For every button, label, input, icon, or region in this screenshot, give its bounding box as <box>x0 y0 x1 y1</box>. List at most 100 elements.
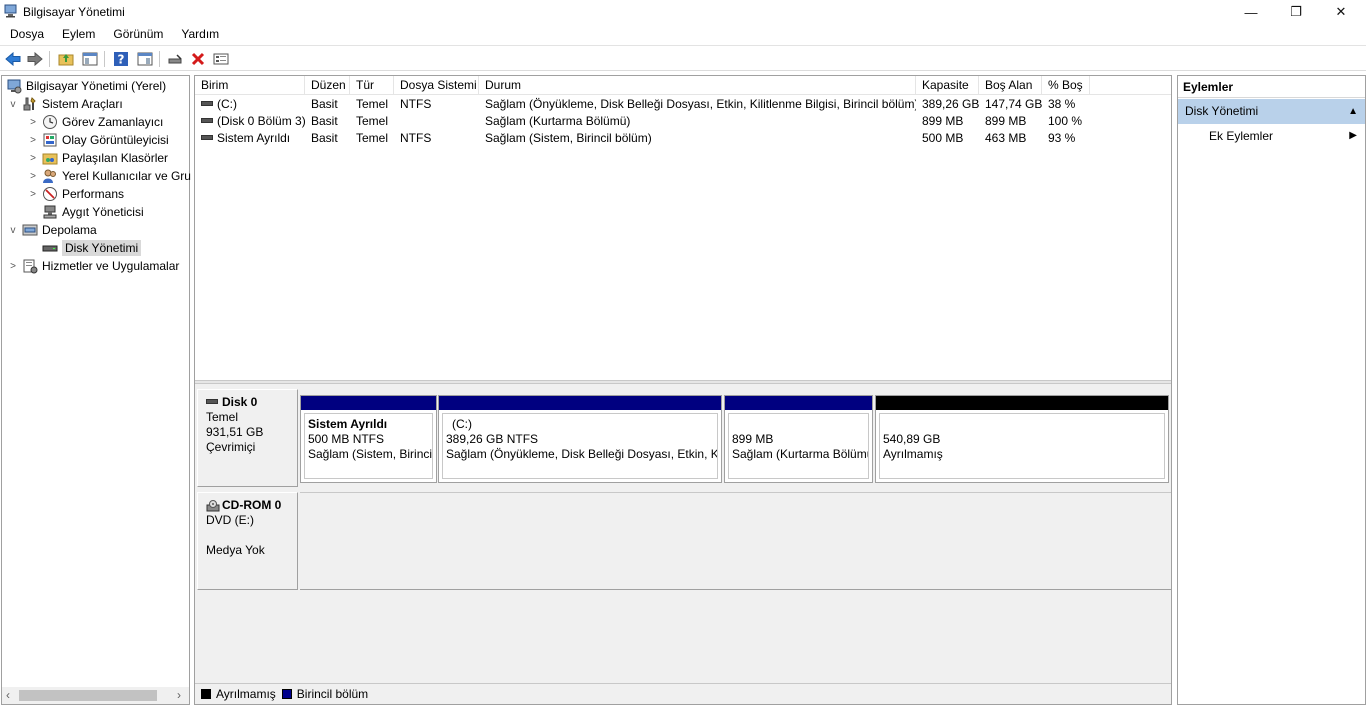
partition-recovery[interactable]: 899 MB Sağlam (Kurtarma Bölümü <box>724 395 873 483</box>
table-row[interactable]: (Disk 0 Bölüm 3) Basit Temel Sağlam (Kur… <box>195 113 1171 130</box>
partition-size: 500 MB NTFS <box>308 432 385 446</box>
partition-system-reserved[interactable]: Sistem Ayrıldı 500 MB NTFS Sağlam (Siste… <box>300 395 437 483</box>
expand-chevron-icon[interactable]: > <box>28 135 38 146</box>
tree-item-task-scheduler[interactable]: > Görev Zamanlayıcı <box>28 113 163 131</box>
column-header-status[interactable]: Durum <box>479 76 916 95</box>
cell-volume: (C:) <box>195 96 305 113</box>
tree-label: Yerel Kullanıcılar ve Gru <box>62 169 191 183</box>
volume-name: (Disk 0 Bölüm 3) <box>217 114 305 128</box>
partition-size: 899 MB <box>732 432 774 446</box>
disk-drive-icon <box>206 399 218 405</box>
computer-management-icon <box>4 4 17 18</box>
scroll-left-icon[interactable]: ‹ <box>6 688 10 702</box>
tree-item-disk-management[interactable]: Disk Yönetimi <box>42 239 142 257</box>
menu-view[interactable]: Görünüm <box>103 27 171 41</box>
volume-name: Sistem Ayrıldı <box>217 131 291 145</box>
volume-icon <box>201 135 213 141</box>
menu-help[interactable]: Yardım <box>171 27 227 41</box>
action-pane-icon[interactable] <box>136 50 154 68</box>
action-more-actions[interactable]: Ek Eylemler ▶ <box>1178 126 1365 146</box>
storage-icon <box>22 224 38 236</box>
horizontal-scrollbar[interactable]: ‹ › <box>2 687 189 704</box>
tree-item-event-viewer[interactable]: > Olay Görüntüleyicisi <box>28 131 169 149</box>
computer-management-icon <box>7 79 22 94</box>
disk-type: Temel <box>206 410 239 424</box>
performance-icon <box>43 187 57 201</box>
disk-drive-icon <box>42 245 58 252</box>
legend-item-primary: Birincil bölüm <box>281 687 368 701</box>
disk-type: DVD (E:) <box>206 513 254 527</box>
show-hide-tree-icon[interactable] <box>81 50 99 68</box>
scroll-right-icon[interactable]: › <box>177 688 181 702</box>
tree-item-device-manager[interactable]: Aygıt Yöneticisi <box>42 203 144 221</box>
column-header-free-space[interactable]: Boş Alan <box>979 76 1042 95</box>
column-header-volume[interactable]: Birim <box>195 76 305 95</box>
partition-unallocated[interactable]: 540,89 GB Ayrılmamış <box>875 395 1169 483</box>
event-viewer-icon <box>43 133 57 147</box>
table-row[interactable]: (C:) Basit Temel NTFS Sağlam (Önyükleme,… <box>195 96 1171 113</box>
partition-info: Sistem Ayrıldı 500 MB NTFS Sağlam (Siste… <box>304 413 433 479</box>
connect-icon[interactable] <box>166 50 184 68</box>
submenu-arrow-icon: ▶ <box>1349 130 1357 141</box>
column-header-capacity[interactable]: Kapasite <box>916 76 979 95</box>
partition-name <box>732 417 865 432</box>
cell-type: Temel <box>356 114 389 128</box>
column-header-percent-free[interactable]: % Boş <box>1042 76 1090 95</box>
menu-action[interactable]: Eylem <box>52 27 103 41</box>
back-arrow-icon[interactable] <box>4 50 22 68</box>
minimize-button[interactable]: — <box>1228 0 1274 24</box>
cell-percent-free: 100 % <box>1048 114 1083 128</box>
legend-swatch <box>281 689 292 699</box>
volume-name: (C:) <box>217 97 237 111</box>
cell-type: Temel <box>356 97 389 111</box>
collapse-chevron-icon[interactable]: v <box>8 99 18 110</box>
cdrom-0-area[interactable] <box>300 492 1171 590</box>
forward-arrow-icon[interactable] <box>26 50 44 68</box>
tree-item-local-users[interactable]: > Yerel Kullanıcılar ve Gru <box>28 167 191 185</box>
partition-name <box>883 417 1161 432</box>
up-folder-icon[interactable] <box>57 50 75 68</box>
tree-label: Depolama <box>42 223 97 237</box>
cdrom-0-label[interactable]: CD-ROM 0 DVD (E:) Medya Yok <box>197 492 298 590</box>
collapse-triangle-icon[interactable]: ▲ <box>1348 99 1358 124</box>
properties-icon[interactable] <box>212 50 230 68</box>
tree-label: Sistem Araçları <box>42 97 123 111</box>
column-header-type[interactable]: Tür <box>350 76 394 95</box>
collapse-chevron-icon[interactable]: v <box>8 225 18 236</box>
column-header-layout[interactable]: Düzen <box>305 76 350 95</box>
expand-chevron-icon[interactable]: > <box>28 189 38 200</box>
restore-button[interactable]: ❐ <box>1273 0 1319 24</box>
close-button[interactable]: ✕ <box>1318 0 1364 24</box>
section-label: Disk Yönetimi <box>1185 104 1259 118</box>
partition-name: (C:) <box>452 417 472 431</box>
partition-bar <box>301 396 436 410</box>
tree-item-performance[interactable]: > Performans <box>28 185 124 203</box>
expand-chevron-icon[interactable]: > <box>28 171 38 182</box>
partition-status: Sağlam (Sistem, Birincil <box>308 447 433 461</box>
actions-pane: Eylemler Disk Yönetimi ▲ Ek Eylemler ▶ <box>1177 75 1366 705</box>
disk-0-label[interactable]: Disk 0 Temel 931,51 GB Çevrimiçi <box>197 389 298 487</box>
actions-section-disk-management[interactable]: Disk Yönetimi ▲ <box>1178 99 1365 124</box>
tree-item-services[interactable]: > Hizmetler ve Uygulamalar <box>8 257 179 275</box>
help-icon[interactable]: ? <box>112 50 130 68</box>
toolbar-separator <box>159 51 160 67</box>
toolbar-separator <box>104 51 105 67</box>
delete-icon[interactable] <box>189 50 207 68</box>
volume-icon <box>201 118 213 124</box>
scrollbar-thumb[interactable] <box>19 690 157 701</box>
partition-c[interactable]: (C:) 389,26 GB NTFS Sağlam (Önyükleme, D… <box>438 395 722 483</box>
table-row[interactable]: Sistem Ayrıldı Basit Temel NTFS Sağlam (… <box>195 130 1171 147</box>
menu-file[interactable]: Dosya <box>0 27 52 41</box>
expand-chevron-icon[interactable]: > <box>28 117 38 128</box>
tree-item-shared-folders[interactable]: > Paylaşılan Klasörler <box>28 149 168 167</box>
tree-item-system-tools[interactable]: v Sistem Araçları <box>8 95 123 113</box>
expand-chevron-icon[interactable]: > <box>8 261 18 272</box>
expand-chevron-icon[interactable]: > <box>28 153 38 164</box>
disk-name: CD-ROM 0 <box>222 498 282 512</box>
partition-bar <box>725 396 872 410</box>
partition-status: Ayrılmamış <box>883 447 943 461</box>
title-bar: Bilgisayar Yönetimi — ❐ ✕ <box>0 0 1366 24</box>
tree-item-root[interactable]: Bilgisayar Yönetimi (Yerel) <box>6 77 166 95</box>
tree-item-storage[interactable]: v Depolama <box>8 221 97 239</box>
column-header-filesystem[interactable]: Dosya Sistemi <box>394 76 479 95</box>
